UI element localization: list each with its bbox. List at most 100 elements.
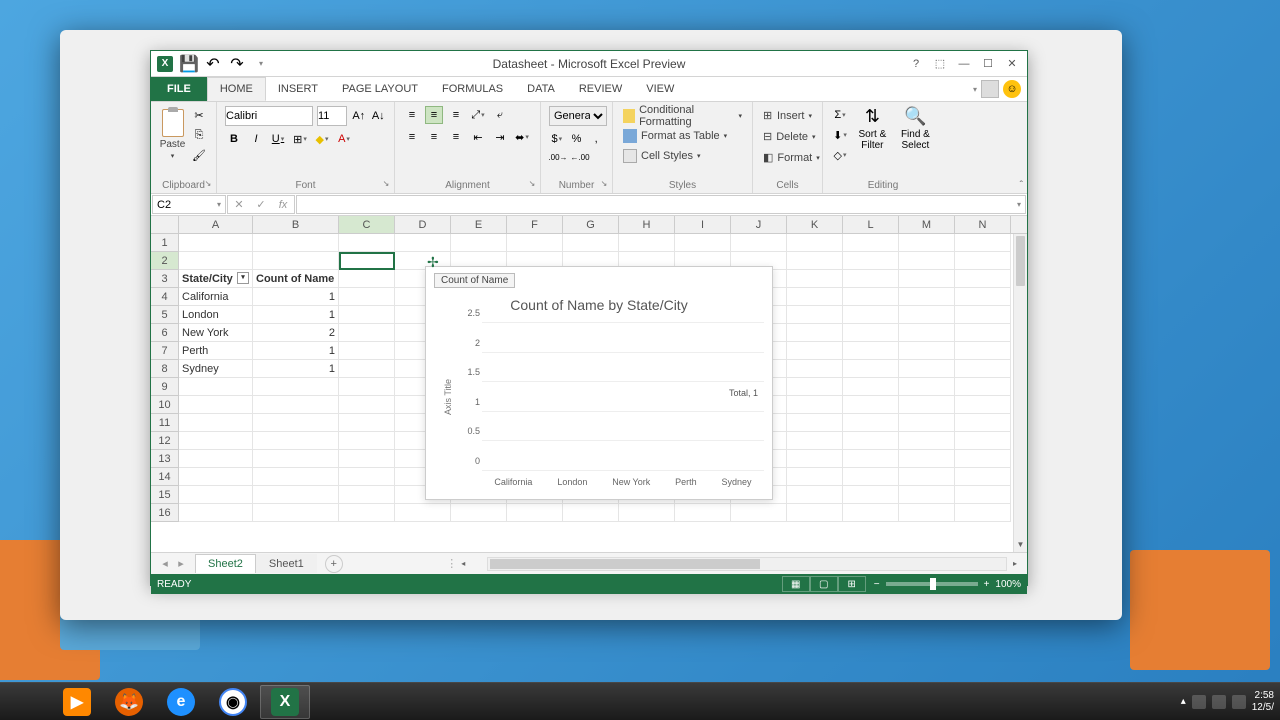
cell[interactable] [339,270,395,288]
cell[interactable] [253,432,339,450]
decrease-indent-icon[interactable]: ⇤ [469,128,487,146]
cell[interactable] [179,396,253,414]
cell[interactable] [899,378,955,396]
cell[interactable] [339,252,395,270]
cell[interactable] [787,432,843,450]
increase-decimal-icon[interactable]: .00→ [549,148,567,166]
cell[interactable] [843,252,899,270]
cell[interactable] [253,252,339,270]
wrap-text-icon[interactable]: ⤶ [491,106,509,124]
cell[interactable] [843,324,899,342]
fx-icon[interactable]: fx [272,199,294,211]
cell[interactable]: State/City▾ [179,270,253,288]
insert-cells-button[interactable]: ⊞Insert▾ [761,106,814,126]
underline-button[interactable]: U [269,130,287,148]
close-button[interactable]: ✕ [1001,55,1023,73]
cell[interactable] [843,306,899,324]
cell[interactable] [787,270,843,288]
cell[interactable] [899,270,955,288]
cell[interactable] [843,504,899,522]
zoom-slider[interactable] [886,582,978,586]
align-center-icon[interactable]: ≡ [425,128,443,146]
tab-formulas[interactable]: FORMULAS [430,77,515,101]
tab-insert[interactable]: INSERT [266,77,330,101]
cell[interactable] [395,504,451,522]
increase-font-icon[interactable]: A↑ [351,107,367,125]
row-header[interactable]: 8 [151,360,179,378]
view-normal-icon[interactable]: ▦ [782,576,810,592]
delete-cells-button[interactable]: ⊟Delete▾ [761,127,814,147]
pivot-chart[interactable]: Count of Name Count of Name by State/Cit… [425,266,773,500]
col-header[interactable]: C [339,216,395,233]
row-header[interactable]: 6 [151,324,179,342]
row-header[interactable]: 3 [151,270,179,288]
merge-center-icon[interactable]: ⬌ [513,128,531,146]
cell[interactable] [339,342,395,360]
cell[interactable] [179,252,253,270]
orientation-icon[interactable]: ⤢ [469,106,487,124]
cell[interactable] [339,288,395,306]
add-sheet-button[interactable]: + [325,555,343,573]
cell[interactable] [179,378,253,396]
ribbon-options-icon[interactable]: ▾ [973,85,977,94]
cell[interactable] [507,504,563,522]
format-cells-button[interactable]: ◧Format▾ [761,148,814,168]
tab-page-layout[interactable]: PAGE LAYOUT [330,77,430,101]
italic-button[interactable]: I [247,130,265,148]
cell[interactable] [843,486,899,504]
clipboard-launcher-icon[interactable]: ↘ [202,179,214,191]
sheet-nav-prev-icon[interactable]: ◂ [157,557,173,570]
cell[interactable] [339,396,395,414]
view-page-break-icon[interactable]: ⊞ [838,576,866,592]
cell[interactable] [955,450,1011,468]
align-left-icon[interactable]: ≡ [403,128,421,146]
cut-icon[interactable]: ✂ [190,106,208,124]
number-launcher-icon[interactable]: ↘ [598,179,610,191]
cell[interactable] [899,288,955,306]
scroll-down-icon[interactable]: ▼ [1014,538,1027,552]
font-size-select[interactable] [317,106,347,126]
cell[interactable] [731,504,787,522]
align-top-icon[interactable]: ≡ [403,106,421,124]
redo-icon[interactable]: ↷ [229,56,245,72]
cell[interactable] [843,414,899,432]
cell[interactable] [339,234,395,252]
taskbar-clock[interactable]: 2:58 12/5/ [1252,690,1274,714]
cell[interactable] [339,450,395,468]
font-name-select[interactable] [225,106,313,126]
cell[interactable] [787,378,843,396]
cell[interactable] [731,234,787,252]
cell[interactable] [843,468,899,486]
tray-icon[interactable] [1192,695,1206,709]
row-header[interactable]: 4 [151,288,179,306]
cell[interactable] [955,252,1011,270]
hscroll-right-icon[interactable]: ▸ [1013,559,1027,568]
cell-styles-button[interactable]: Cell Styles▾ [621,146,744,166]
currency-icon[interactable]: $ [549,130,565,148]
cell[interactable] [955,414,1011,432]
cell[interactable] [787,414,843,432]
horizontal-scrollbar[interactable] [487,557,1007,571]
cell[interactable] [899,450,955,468]
tab-data[interactable]: DATA [515,77,567,101]
cell[interactable] [179,504,253,522]
cell[interactable] [843,342,899,360]
tab-file[interactable]: FILE [151,77,207,101]
cell[interactable] [339,414,395,432]
col-header[interactable]: G [563,216,619,233]
cell[interactable] [179,468,253,486]
maximize-button[interactable]: ☐ [977,55,999,73]
cell[interactable]: 1 [253,360,339,378]
row-header[interactable]: 2 [151,252,179,270]
cell[interactable] [899,432,955,450]
cell[interactable] [843,288,899,306]
formula-input[interactable] [296,195,1026,214]
cell[interactable] [339,486,395,504]
cell[interactable] [253,468,339,486]
name-box[interactable]: C2▾ [152,195,226,214]
cell[interactable]: 1 [253,288,339,306]
cell[interactable] [253,234,339,252]
sort-filter-button[interactable]: ⇅ Sort & Filter [855,106,890,164]
comma-icon[interactable]: , [588,130,604,148]
cell[interactable] [899,468,955,486]
